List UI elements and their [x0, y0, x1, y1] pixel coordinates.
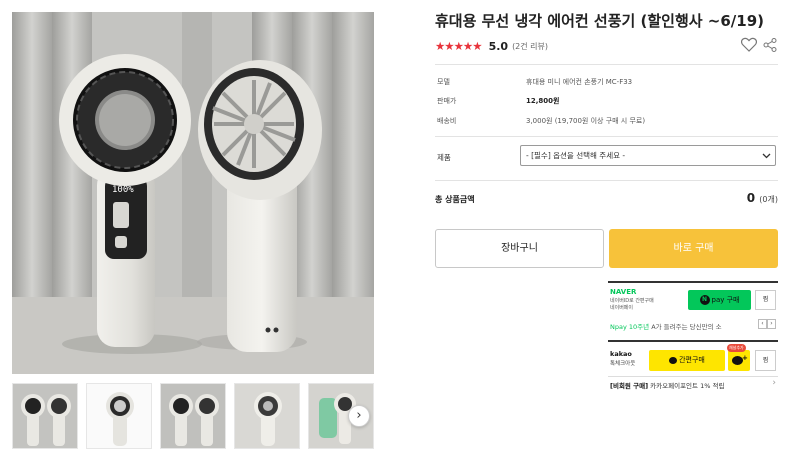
naver-pay-button[interactable]: Npay 구매 — [688, 290, 751, 310]
naver-promo-highlight: Npay 10주년 — [610, 323, 650, 331]
thumbnail-strip: › — [12, 383, 374, 449]
total-label: 총 상품금액 — [435, 195, 475, 204]
chevron-right-icon: › — [772, 378, 776, 388]
option-label: 제품 — [437, 153, 451, 162]
thumbnail-4[interactable] — [234, 383, 300, 449]
naver-pay-label: pay 구매 — [711, 296, 740, 304]
thumbnail-image — [161, 384, 225, 448]
product-photo: 100% — [12, 12, 374, 374]
buy-now-button[interactable]: 바로 구매 — [609, 229, 778, 268]
rating-score: 5.0 — [488, 39, 509, 53]
spec-value-model: 휴대용 미니 에어컨 손풍기 MC-F33 — [526, 78, 633, 86]
kakao-checkout-box: kakao 톡체크아웃 간편구매 + 채널추가 찜 — [608, 340, 778, 374]
spec-label-model: 모델 — [437, 78, 450, 86]
kakao-channel-badge: 채널추가 — [727, 344, 746, 352]
plus-icon: + — [742, 354, 748, 362]
spec-label-shipping: 배송비 — [437, 117, 457, 125]
kakao-buy-button[interactable]: 간편구매 — [649, 350, 725, 371]
spec-label-price: 판매가 — [437, 97, 457, 105]
naver-subtitle-line2: 네이버페이 — [610, 305, 634, 311]
kakao-channel-button[interactable]: + — [728, 350, 750, 371]
promo-arrows: ‹ › — [758, 319, 776, 329]
guest-purchase-benefit: 카카오페이포인트 1% 적립 — [648, 382, 725, 390]
thumbnail-1[interactable] — [12, 383, 78, 449]
spec-value-shipping: 3,000원 (19,700원 이상 구매 시 무료) — [526, 117, 646, 125]
kakao-buy-label: 간편구매 — [679, 356, 705, 364]
naver-wish-button[interactable]: 찜 — [755, 290, 776, 310]
heart-icon[interactable] — [741, 37, 757, 52]
rating-row[interactable]: ★★★★★ 5.0 (2건 리뷰) — [435, 38, 548, 54]
naver-promo-body: A가 들려주는 당신만의 소 — [649, 323, 722, 331]
promo-prev-button[interactable]: ‹ — [758, 319, 767, 329]
guest-purchase-row[interactable]: [비회원 구매] 카카오페이포인트 1% 적립 › — [608, 376, 778, 390]
total-count: (0개) — [759, 195, 778, 204]
promo-next-button[interactable]: › — [767, 319, 776, 329]
add-to-cart-button[interactable]: 장바구니 — [435, 229, 604, 268]
naver-promo-text[interactable]: Npay 10주년 A가 들려주는 당신만의 소 — [610, 321, 750, 331]
kakao-bubble-icon — [669, 356, 678, 364]
product-main-image: 100% — [12, 12, 374, 374]
divider — [435, 180, 778, 181]
spec-value-price: 12,800원 — [526, 97, 560, 105]
naver-subtitle: 네이버ID로 간편구매 네이버페이 — [610, 298, 654, 312]
naver-n-icon: N — [699, 295, 710, 305]
product-title: 휴대용 무선 냉각 에어컨 선풍기 (할인행사 ~6/19) — [435, 12, 765, 30]
svg-text:100%: 100% — [112, 185, 134, 195]
naver-subtitle-line1: 네이버ID로 간편구매 — [610, 298, 654, 304]
option-select[interactable]: - [필수] 옵션을 선택해 주세요 - — [520, 145, 776, 166]
kakao-subtitle: 톡체크아웃 — [610, 361, 636, 367]
option-select-value: - [필수] 옵션을 선택해 주세요 - — [526, 151, 626, 160]
guest-purchase-label: [비회원 구매] — [610, 382, 649, 390]
naver-logo: NAVER — [610, 288, 637, 296]
thumbnail-3[interactable] — [160, 383, 226, 449]
rating-stars: ★★★★★ — [435, 39, 483, 53]
kakao-logo: kakao — [610, 350, 632, 358]
thumbnail-next-button[interactable]: › — [348, 405, 370, 427]
thumbnail-image — [87, 384, 151, 448]
review-count[interactable]: (2건 리뷰) — [512, 41, 548, 52]
thumbnail-image — [13, 384, 77, 448]
thumbnail-image — [235, 384, 299, 448]
kakao-wish-button[interactable]: 찜 — [755, 350, 776, 371]
naver-pay-box: NAVER 네이버ID로 간편구매 네이버페이 Npay 구매 찜 Npay 1… — [608, 281, 778, 338]
total-amount-value: 0 — [746, 191, 756, 205]
chevron-down-icon — [762, 153, 771, 159]
share-icon[interactable] — [763, 38, 777, 52]
guest-purchase-text: [비회원 구매] 카카오페이포인트 1% 적립 — [610, 380, 724, 390]
divider — [435, 64, 778, 65]
divider — [435, 136, 778, 137]
total-amount: 0 (0개) — [747, 191, 778, 205]
thumbnail-2[interactable] — [86, 383, 152, 449]
